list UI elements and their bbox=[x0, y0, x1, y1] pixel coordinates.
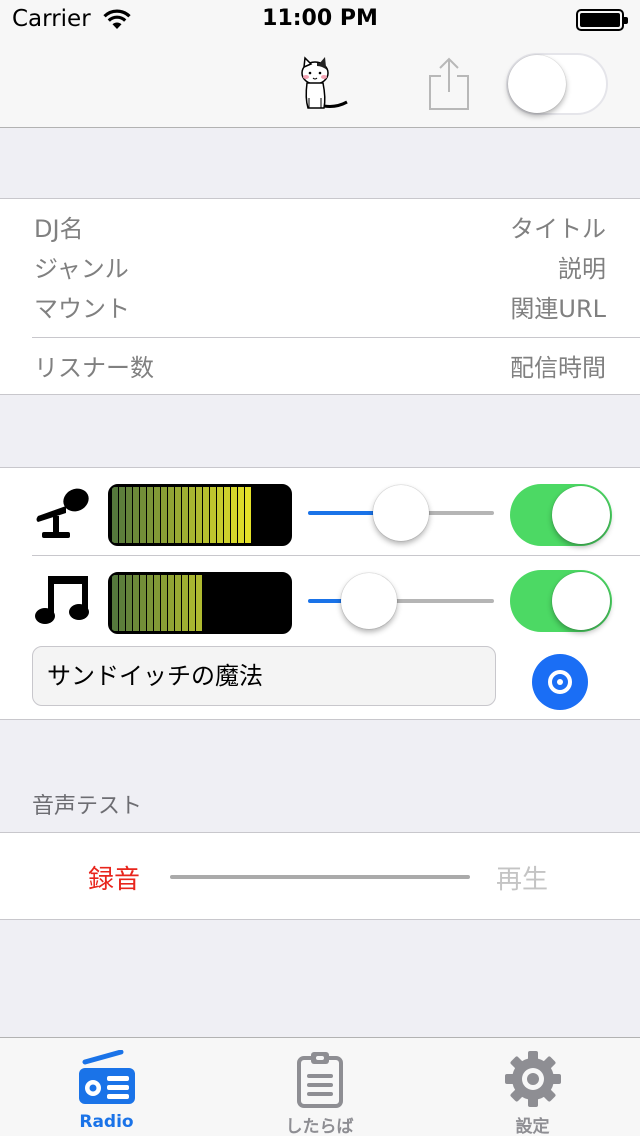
tab-settings[interactable]: 設定 bbox=[426, 1038, 639, 1136]
level-bar bbox=[231, 487, 237, 543]
level-bar bbox=[154, 575, 160, 631]
level-bar bbox=[112, 487, 118, 543]
level-bar bbox=[175, 575, 181, 631]
level-bar bbox=[189, 487, 195, 543]
music-level-meter bbox=[108, 572, 292, 634]
tab-shitaraba[interactable]: したらば bbox=[213, 1038, 426, 1136]
clipboard-icon bbox=[296, 1052, 343, 1108]
level-bar bbox=[161, 575, 167, 631]
level-bar bbox=[133, 487, 139, 543]
tab-bar: Radio したらば 設定 bbox=[0, 1037, 640, 1136]
level-bar bbox=[238, 487, 244, 543]
level-bar bbox=[203, 487, 209, 543]
toggle-knob bbox=[508, 55, 566, 113]
voice-test-progress bbox=[170, 875, 470, 879]
related-url-label: 関連URL bbox=[510, 295, 606, 323]
level-bar bbox=[140, 487, 146, 543]
level-bar bbox=[140, 575, 146, 631]
level-bar bbox=[147, 487, 153, 543]
slider-thumb[interactable] bbox=[373, 485, 429, 541]
slider-thumb[interactable] bbox=[340, 573, 397, 629]
level-bar bbox=[182, 487, 188, 543]
tab-label: 設定 bbox=[515, 1117, 550, 1136]
music-note-icon bbox=[34, 572, 90, 632]
level-bar bbox=[245, 487, 251, 543]
level-bar bbox=[147, 575, 153, 631]
level-bar bbox=[189, 575, 195, 631]
level-bar bbox=[168, 575, 174, 631]
level-bar bbox=[210, 487, 216, 543]
mic-level-meter bbox=[108, 484, 292, 546]
divider bbox=[32, 337, 640, 338]
audio-controls: サンドイッチの魔法 bbox=[0, 467, 640, 720]
tab-label: したらば bbox=[285, 1117, 354, 1136]
level-bar bbox=[196, 575, 202, 631]
genre-label: ジャンル bbox=[34, 255, 129, 283]
dj-name-label: DJ名 bbox=[34, 215, 84, 243]
level-bar bbox=[112, 575, 118, 631]
level-bar bbox=[224, 487, 230, 543]
toggle-knob bbox=[552, 572, 610, 630]
level-bar bbox=[196, 487, 202, 543]
music-toggle[interactable] bbox=[510, 570, 612, 632]
mic-volume-slider[interactable] bbox=[308, 484, 494, 542]
level-bar bbox=[133, 575, 139, 631]
mount-label: マウント bbox=[34, 295, 130, 323]
level-bar bbox=[175, 487, 181, 543]
play-button[interactable]: 再生 bbox=[496, 859, 548, 896]
duration-label: 配信時間 bbox=[510, 354, 606, 382]
tab-label: Radio bbox=[79, 1112, 134, 1132]
nav-bar bbox=[0, 40, 640, 128]
microphone-icon bbox=[32, 486, 92, 544]
level-bar bbox=[217, 487, 223, 543]
level-bar bbox=[119, 575, 125, 631]
description-label: 説明 bbox=[558, 255, 606, 283]
record-button[interactable]: 録音 bbox=[88, 859, 140, 896]
station-info: DJ名 ジャンル マウント タイトル 説明 関連URL リスナー数 配信時間 bbox=[0, 198, 640, 395]
clock: 11:00 PM bbox=[262, 6, 378, 31]
level-bar bbox=[154, 487, 160, 543]
level-bar bbox=[161, 487, 167, 543]
level-bar bbox=[119, 487, 125, 543]
broadcast-toggle[interactable] bbox=[506, 53, 608, 115]
info-labels-left: DJ名 ジャンル マウント bbox=[34, 209, 130, 329]
radio-icon bbox=[78, 1050, 135, 1104]
toggle-knob bbox=[552, 486, 610, 544]
title-label: タイトル bbox=[510, 215, 606, 243]
music-volume-slider[interactable] bbox=[308, 572, 494, 630]
cat-icon bbox=[292, 54, 350, 116]
level-bar bbox=[126, 575, 132, 631]
gear-icon bbox=[504, 1051, 561, 1107]
target-button[interactable] bbox=[532, 654, 588, 710]
tab-radio[interactable]: Radio bbox=[0, 1038, 213, 1136]
divider bbox=[32, 555, 640, 556]
song-title-field[interactable]: サンドイッチの魔法 bbox=[32, 646, 496, 706]
level-bar bbox=[182, 575, 188, 631]
level-bar bbox=[126, 487, 132, 543]
share-icon[interactable] bbox=[426, 56, 472, 116]
listeners-label: リスナー数 bbox=[34, 354, 154, 382]
mic-toggle[interactable] bbox=[510, 484, 612, 546]
info-labels-right: タイトル 説明 関連URL bbox=[510, 209, 606, 329]
voice-test-header: 音声テスト bbox=[32, 794, 143, 819]
status-bar: Carrier 11:00 PM bbox=[0, 0, 640, 40]
level-bar bbox=[168, 487, 174, 543]
voice-test: 録音 再生 bbox=[0, 832, 640, 920]
battery-icon bbox=[576, 9, 628, 31]
